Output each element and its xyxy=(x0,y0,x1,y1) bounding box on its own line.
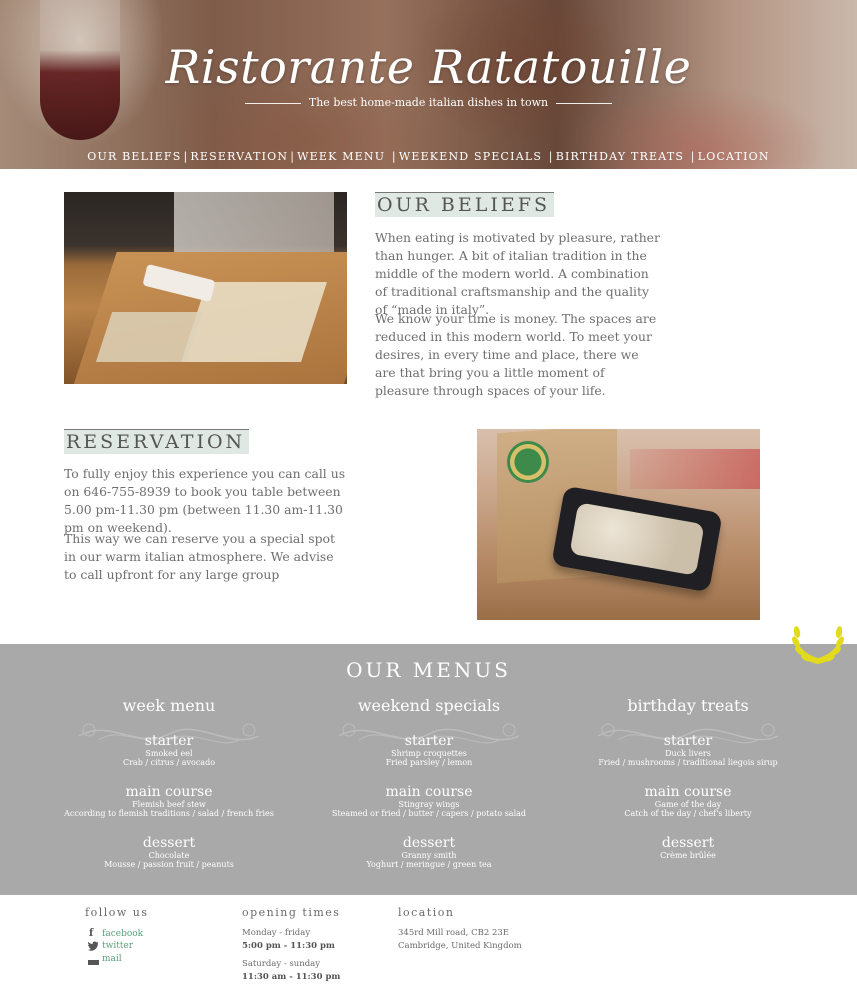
menu-title[interactable]: birthday treats xyxy=(558,696,818,715)
nav-week-menu[interactable]: WEEK MENU xyxy=(297,150,385,163)
tagline-rule-right xyxy=(556,102,613,104)
weekend-hours: 11:30 am - 11:30 pm xyxy=(242,972,341,982)
award-laurel-icon: award winner xyxy=(792,626,844,664)
course-dessert: dessert Chocolate Mousse / passion fruit… xyxy=(104,835,234,869)
menus-section: OUR MENUS week menu starter Smoked eel C… xyxy=(0,644,857,895)
course-dessert: dessert Granny smith Yoghurt / meringue … xyxy=(366,835,492,869)
menu-title[interactable]: weekend specials xyxy=(299,696,559,715)
tagline-rule-left xyxy=(244,102,301,104)
weekend-label: Saturday - sunday xyxy=(242,959,321,969)
course-main: main course Stingray wings Steamed or fr… xyxy=(331,784,527,818)
nav-weekend-specials[interactable]: WEEKEND SPECIALS xyxy=(399,150,542,163)
nav-location[interactable]: LOCATION xyxy=(698,150,770,163)
course-starter: starter Duck livers Fried / mushrooms / … xyxy=(598,733,778,767)
location-heading: location xyxy=(398,906,455,919)
address-line-1: 345rd Mill road, CB2 23E xyxy=(398,928,509,938)
opening-times-heading: opening times xyxy=(242,906,341,919)
reservation-paragraph-2: This way we can reserve you a special sp… xyxy=(64,531,335,582)
site-tagline: The best home-made italian dishes in tow… xyxy=(308,96,549,109)
twitter-link[interactable]: twitter xyxy=(102,941,133,951)
mail-link[interactable]: mail xyxy=(102,954,122,964)
award-text: award winner xyxy=(804,632,832,637)
course-starter: starter Shrimp croquettes Fried parsley … xyxy=(385,733,473,767)
site-title: Ristorante Ratatouille xyxy=(165,40,692,94)
address-line-2: Cambridge, United Kingdom xyxy=(398,941,522,951)
menus-heading: OUR MENUS xyxy=(346,658,511,682)
mail-icon xyxy=(88,960,99,965)
facebook-icon: f xyxy=(89,928,94,939)
twitter-icon xyxy=(88,941,99,951)
course-main: main course Flemish beef stew According … xyxy=(64,784,274,818)
hero-banner: Ristorante Ratatouille The best home-mad… xyxy=(0,0,857,169)
weekday-hours: 5:00 pm - 11:30 pm xyxy=(242,941,335,951)
beliefs-paragraph-2: We know your time is money. The spaces a… xyxy=(375,311,657,398)
takeaway-food-photo xyxy=(477,429,760,620)
course-dessert: dessert Crème brûlée xyxy=(660,835,716,860)
nav-our-beliefs[interactable]: OUR BELIEFS xyxy=(87,150,181,163)
menu-title[interactable]: week menu xyxy=(39,696,299,715)
follow-heading: follow us xyxy=(85,906,149,919)
course-starter: starter Smoked eel Crab / citrus / avoca… xyxy=(122,733,216,767)
nav-reservation[interactable]: RESERVATION xyxy=(190,150,288,163)
beliefs-paragraph-1: When eating is motivated by pleasure, ra… xyxy=(375,230,660,317)
course-main: main course Game of the day Catch of the… xyxy=(624,784,752,818)
main-nav: OUR BELIEFS | RESERVATION | WEEK MENU | WEEKE… xyxy=(87,150,770,163)
facebook-link[interactable]: facebook xyxy=(102,929,143,939)
weekday-label: Monday - friday xyxy=(242,928,311,938)
beliefs-heading: OUR BELIEFS xyxy=(375,192,554,217)
reservation-paragraph-1: To fully enjoy this experience you can c… xyxy=(64,466,346,535)
nav-birthday-treats[interactable]: BIRTHDAY TREATS xyxy=(556,150,684,163)
site-tagline-row: The best home-made italian dishes in tow… xyxy=(0,96,857,109)
restaurant-table-photo xyxy=(64,192,347,384)
reservation-heading: RESERVATION xyxy=(64,429,250,454)
